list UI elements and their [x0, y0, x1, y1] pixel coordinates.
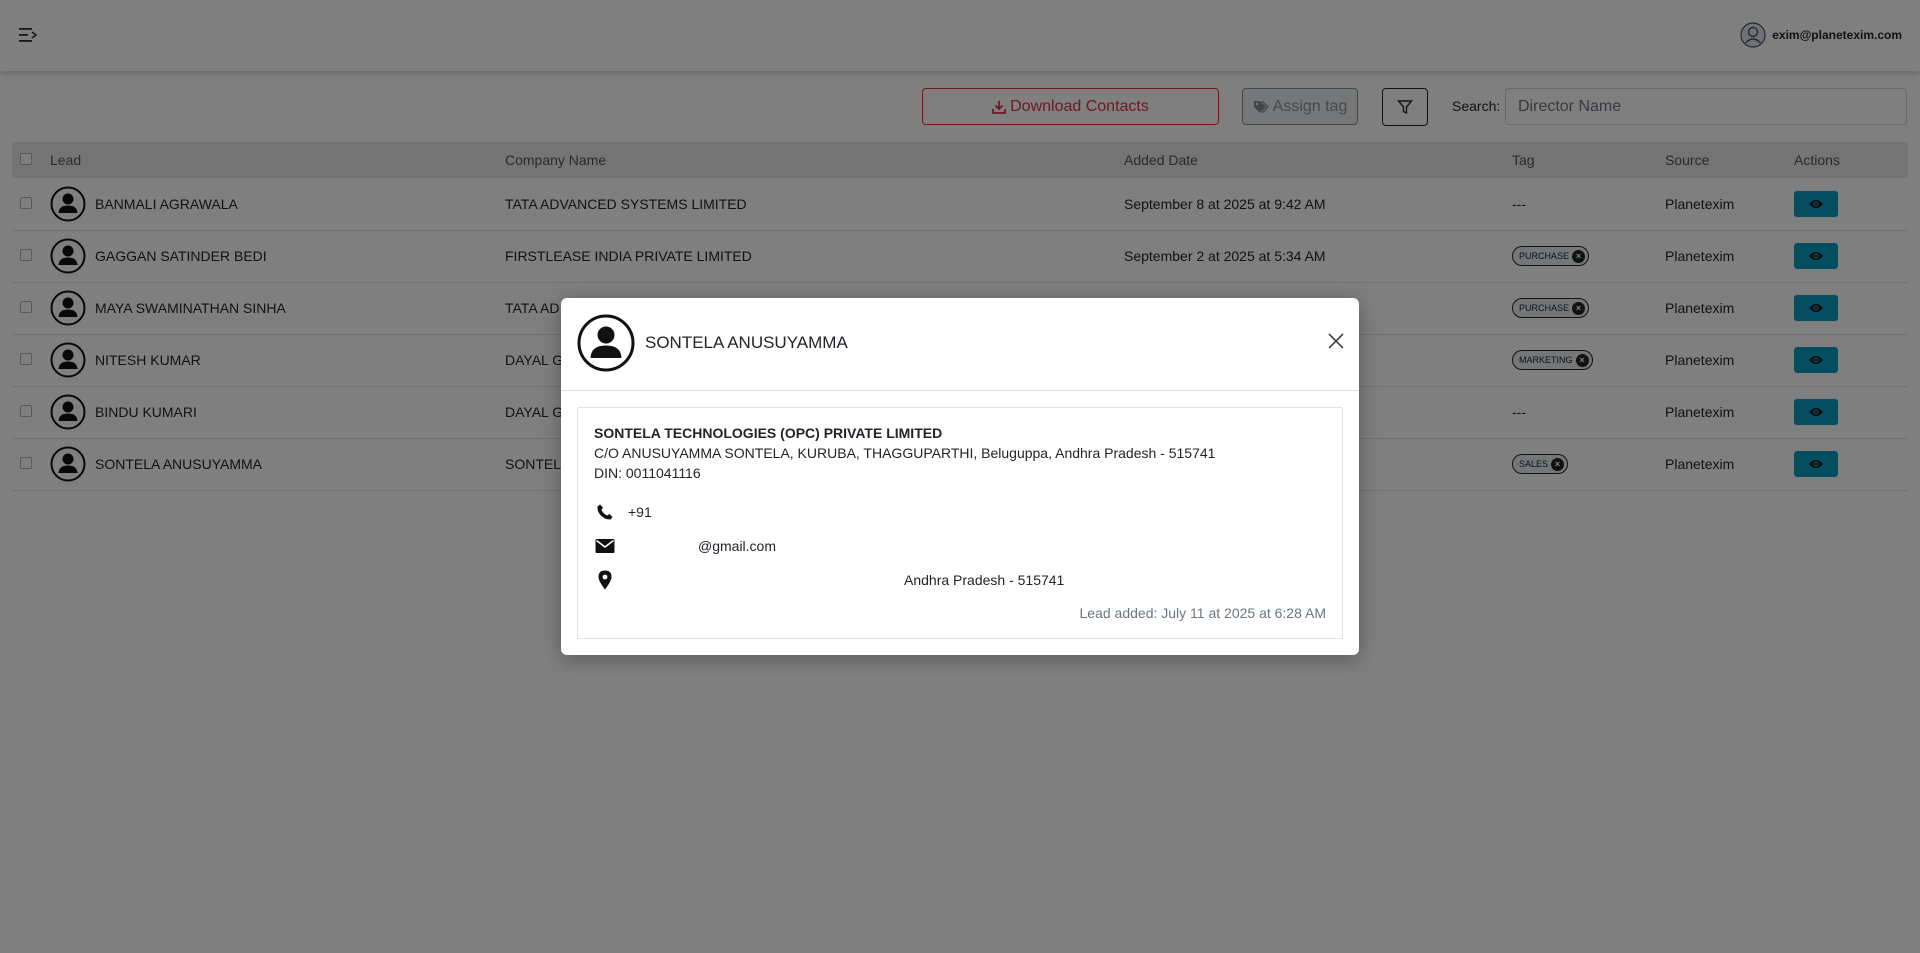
phone-number[interactable]: +91	[628, 504, 652, 520]
din-number: DIN: 0011041116	[594, 465, 701, 481]
modal-header: SONTELA ANUSUYAMMA	[561, 298, 1359, 391]
envelope-icon	[595, 539, 615, 553]
lead-added-date: Lead added: July 11 at 2025 at 6:28 AM	[1079, 605, 1326, 621]
company-address: C/O ANUSUYAMMA SONTELA, KURUBA, THAGGUPA…	[594, 445, 1216, 461]
lead-info-card: SONTELA TECHNOLOGIES (OPC) PRIVATE LIMIT…	[577, 407, 1343, 639]
email-address[interactable]: @gmail.com	[698, 538, 776, 554]
location-text: Andhra Pradesh - 515741	[904, 572, 1065, 588]
modal-title: SONTELA ANUSUYAMMA	[645, 333, 848, 352]
phone-row: +91	[594, 502, 652, 522]
company-name: SONTELA TECHNOLOGIES (OPC) PRIVATE LIMIT…	[594, 425, 943, 441]
lead-details-modal: SONTELA ANUSUYAMMA SONTELA TECHNOLOGIES …	[561, 298, 1359, 655]
email-row: @gmail.com	[594, 536, 776, 556]
phone-icon	[597, 504, 613, 520]
close-icon[interactable]	[1327, 332, 1345, 350]
lead-avatar-icon	[577, 314, 635, 372]
location-row: Andhra Pradesh - 515741	[594, 570, 1064, 590]
map-marker-icon	[598, 570, 612, 590]
